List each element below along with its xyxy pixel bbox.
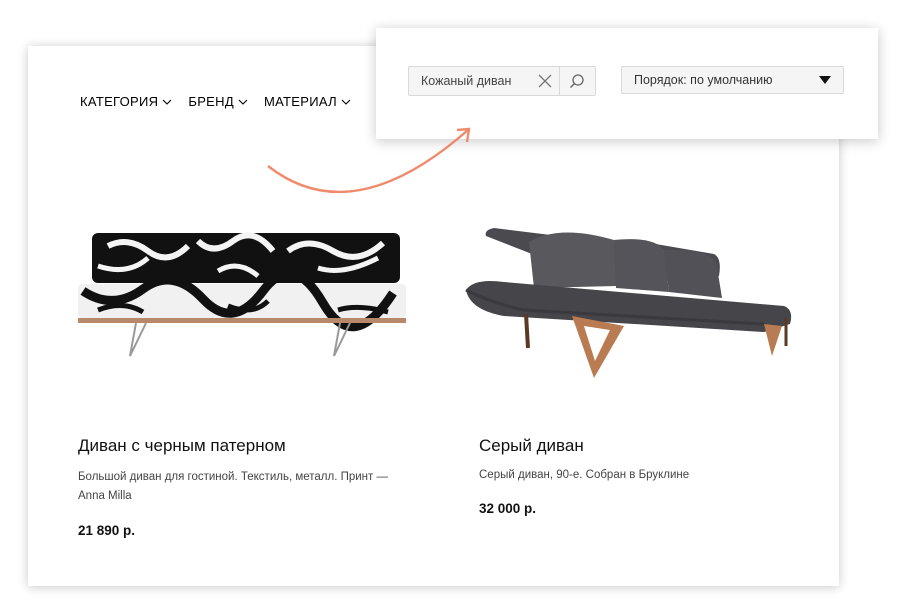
chevron-down-icon	[162, 99, 172, 105]
product-price: 32 000 р.	[479, 501, 537, 516]
product-name[interactable]: Диван с черным патерном	[78, 436, 286, 456]
product-name[interactable]: Серый диван	[479, 436, 584, 456]
chevron-down-icon	[238, 99, 248, 105]
sort-selected-label: Порядок: по умолчанию	[634, 73, 773, 87]
search-box	[408, 66, 596, 96]
grey-sofa-image[interactable]	[464, 206, 804, 396]
filter-brand-label: БРЕНД	[188, 94, 234, 109]
product-description: Серый диван, 90-е. Собран в Бруклине	[479, 469, 690, 481]
close-icon[interactable]	[531, 67, 559, 95]
triangle-down-icon	[819, 76, 831, 84]
search-icon[interactable]	[558, 67, 595, 95]
filter-brand[interactable]: БРЕНД	[188, 94, 248, 109]
chevron-down-icon	[341, 99, 351, 105]
filter-category-label: КАТЕГОРИЯ	[80, 94, 159, 109]
sort-select[interactable]: Порядок: по умолчанию	[621, 66, 844, 94]
product-card[interactable]	[78, 206, 418, 396]
filter-category[interactable]: КАТЕГОРИЯ	[80, 94, 172, 109]
filter-material[interactable]: МАТЕРИАЛ	[264, 94, 351, 109]
filter-bar: КАТЕГОРИЯ БРЕНД МАТЕРИАЛ	[80, 94, 351, 109]
curved-arrow-icon	[267, 127, 471, 194]
product-card[interactable]	[464, 206, 804, 396]
product-price: 21 890 р.	[78, 523, 136, 538]
patterned-sofa-image[interactable]	[78, 206, 418, 396]
search-input[interactable]	[409, 67, 531, 95]
product-description: Большой диван для гостиной. Текстиль, ме…	[78, 471, 389, 502]
filter-material-label: МАТЕРИАЛ	[263, 94, 337, 109]
